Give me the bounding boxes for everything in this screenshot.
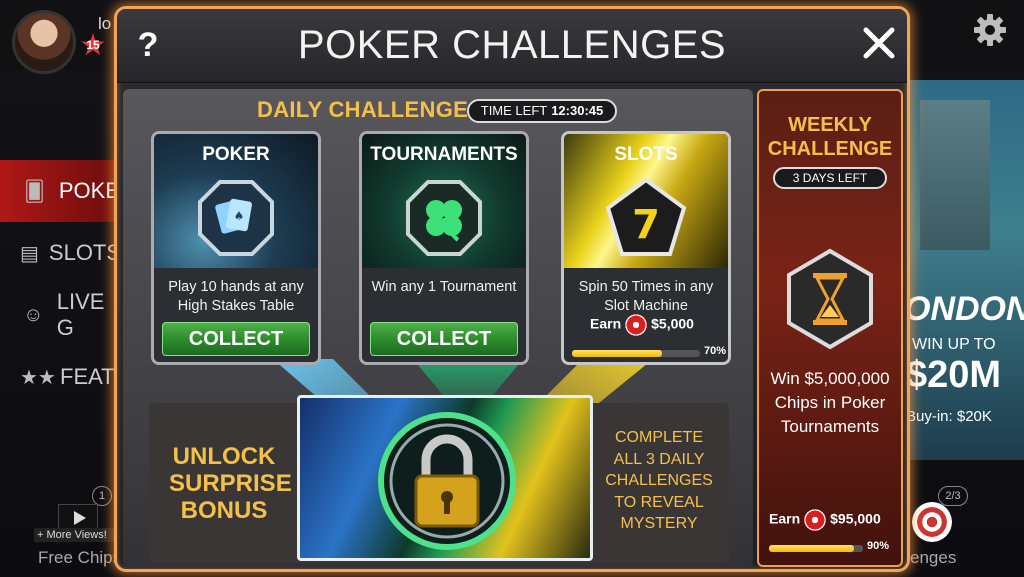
collect-button-tournaments[interactable]: COLLECT	[370, 322, 518, 356]
london-promo-banner[interactable]	[900, 80, 1024, 460]
earn-value: $95,000	[830, 510, 881, 527]
surprise-bonus-strip: UNLOCK SURPRISE BONUS COMPLETE ALL 3 DAI…	[149, 395, 729, 563]
level-badge: 15	[86, 38, 100, 52]
unlock-bonus-text: UNLOCK SURPRISE BONUS	[169, 443, 292, 524]
challenge-card-poker: ♠ POKER Play 10 hands at any High Stakes…	[151, 131, 321, 365]
challenge-card-slots: 7 SLOTS Spin 50 Times in any Slot Machin…	[561, 131, 731, 365]
target-icon[interactable]	[912, 502, 952, 542]
daily-challenge-title: DAILY CHALLENGE	[257, 97, 469, 122]
time-left-value: 12:30:45	[551, 103, 604, 118]
poker-chip-icon	[804, 509, 827, 531]
reward-row: Earn $5,000	[590, 314, 694, 336]
nav-item-live[interactable]: ☺ LIVE G	[0, 284, 120, 346]
svg-text:7: 7	[632, 202, 660, 248]
dealer-icon: ☺	[23, 303, 44, 326]
weekly-progress-bar	[769, 545, 863, 552]
card-title: TOURNAMENTS	[370, 144, 518, 165]
user-name: lo	[98, 14, 112, 33]
avatar[interactable]	[12, 10, 76, 74]
daily-challenge-panel: DAILY CHALLENGE TIME LEFT 12:30:45 ♠ POK…	[123, 89, 753, 567]
stars-icon: ★★	[20, 366, 56, 389]
promo-buyin: Buy-in: $20K	[906, 408, 992, 425]
playing-cards-icon: ♠	[198, 180, 274, 256]
challenge-card-tournaments: TOURNAMENTS Win any 1 Tournament COLLECT	[359, 131, 529, 365]
complete-all-text: COMPLETE ALL 3 DAILY CHALLENGES TO REVEA…	[605, 429, 713, 532]
svg-text:♠: ♠	[234, 209, 245, 223]
more-views-label: + More Views!	[34, 528, 124, 542]
progress-percent: 70%	[704, 345, 727, 357]
gear-icon[interactable]	[972, 12, 1008, 48]
weekly-challenge-title: WEEKLY CHALLENGE	[767, 114, 893, 160]
card-title: POKER	[202, 144, 270, 165]
free-chips-label: Free Chips	[38, 548, 122, 567]
side-nav: 🂠 POKE ▤ SLOTS ☺ LIVE G ★★ FEATU	[0, 160, 130, 408]
card-description: Win any 1 Tournament	[371, 279, 517, 295]
card-description: Play 10 hands at any High Stakes Table	[168, 279, 304, 314]
slot-reels-icon: ▤	[20, 242, 39, 265]
progress-bar	[572, 350, 700, 357]
nav-item-featured[interactable]: ★★ FEATU	[0, 346, 130, 408]
cards-icon: 🂠	[24, 180, 45, 203]
nav-item-label: LIVE G	[56, 289, 105, 340]
time-left-pill: TIME LEFT 12:30:45	[467, 99, 617, 123]
card-description: Spin 50 Times in any Slot Machine	[578, 279, 714, 314]
nav-item-slots[interactable]: ▤ SLOTS	[0, 222, 122, 284]
nav-item-poker[interactable]: 🂠 POKE	[0, 160, 120, 222]
days-left-pill: 3 DAYS LEFT	[773, 167, 887, 189]
time-left-label: TIME LEFT	[480, 103, 548, 118]
challenges-badge: 2/3	[938, 486, 968, 506]
mystery-bonus-box[interactable]	[297, 395, 593, 561]
promo-city: ONDON	[904, 290, 1024, 328]
video-play-icon	[58, 504, 98, 530]
weekly-reward-row: Earn $95,000	[769, 509, 881, 531]
hourglass-icon	[787, 248, 873, 350]
nav-item-label: SLOTS	[48, 240, 122, 265]
nav-item-label: POKE	[58, 178, 120, 203]
modal-header: ? POKER CHALLENGES	[117, 9, 907, 83]
daily-challenge-header: DAILY CHALLENGE TIME LEFT 12:30:45	[257, 97, 617, 127]
clover-icon	[406, 180, 482, 256]
earn-value: $5,000	[651, 315, 694, 332]
close-icon[interactable]	[859, 23, 899, 63]
collect-button-poker[interactable]: COLLECT	[162, 322, 310, 356]
padlock-icon	[378, 412, 516, 550]
weekly-progress-percent: 90%	[867, 540, 890, 552]
poker-challenges-modal: ? POKER CHALLENGES DAILY CHALLENGE TIME …	[114, 6, 910, 572]
lucky-seven-icon: 7	[605, 177, 687, 256]
poker-chip-icon	[625, 314, 648, 336]
promo-amount: $20M	[906, 354, 1002, 396]
progress-fill	[572, 350, 662, 357]
weekly-description: Win $5,000,000 Chips in Poker Tournament…	[770, 369, 890, 436]
card-title: SLOTS	[614, 144, 678, 165]
modal-title: POKER CHALLENGES	[297, 23, 727, 67]
earn-label: Earn	[769, 510, 801, 527]
progress-fill	[769, 545, 854, 552]
tower-bridge-image	[920, 100, 990, 250]
earn-label: Earn	[590, 315, 622, 332]
weekly-challenge-panel: WEEKLY CHALLENGE 3 DAYS LEFT Win $5,000,…	[757, 89, 903, 567]
notification-badge: 1	[92, 486, 112, 506]
promo-win-label: WIN UP TO	[912, 336, 996, 353]
challenges-label: enges	[910, 548, 957, 567]
